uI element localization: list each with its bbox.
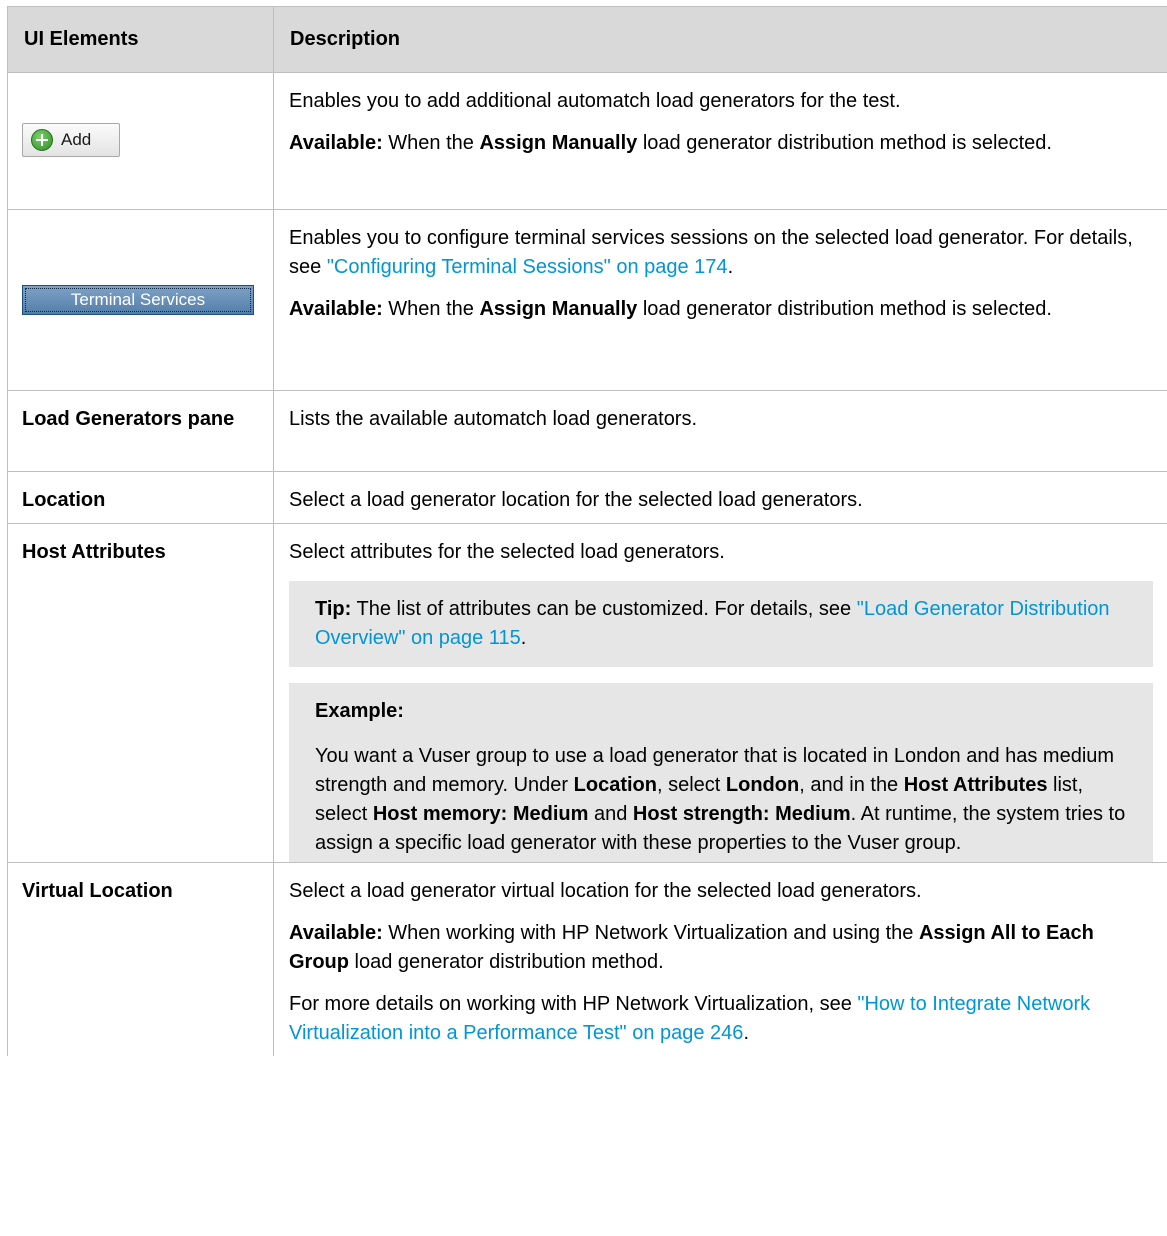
availability-text: Available: When the Assign Manually load… bbox=[289, 298, 1052, 320]
description-text: Select attributes for the selected load … bbox=[289, 541, 725, 563]
description-cell: Enables you to configure terminal servic… bbox=[273, 209, 1167, 391]
table-header-row: UI Elements Description bbox=[7, 6, 1167, 73]
table-row: Terminal Services Enables you to configu… bbox=[7, 209, 1167, 391]
availability-text: Available: When working with HP Network … bbox=[289, 922, 1094, 973]
ui-element-name: Load Generators pane bbox=[7, 390, 274, 472]
description-cell: Select attributes for the selected load … bbox=[273, 523, 1167, 863]
header-ui-elements: UI Elements bbox=[7, 6, 274, 73]
availability-text: Available: When the Assign Manually load… bbox=[289, 132, 1052, 154]
tip-text: Tip: The list of attributes can be custo… bbox=[315, 598, 1110, 649]
ui-element-cell: Add bbox=[7, 72, 274, 210]
configuring-terminal-sessions-link[interactable]: "Configuring Terminal Sessions" on page … bbox=[327, 256, 728, 278]
description-text: Enables you to configure terminal servic… bbox=[289, 227, 1133, 278]
description-cell: Enables you to add additional automatch … bbox=[273, 72, 1167, 210]
add-button[interactable]: Add bbox=[22, 122, 120, 157]
ui-element-name: Host Attributes bbox=[7, 523, 274, 863]
example-text: You want a Vuser group to use a load gen… bbox=[315, 745, 1126, 854]
ui-element-cell: Terminal Services bbox=[7, 209, 274, 391]
description-text: Lists the available automatch load gener… bbox=[273, 390, 1167, 472]
tip-box: Tip: The list of attributes can be custo… bbox=[289, 581, 1153, 667]
example-box: Example: You want a Vuser group to use a… bbox=[289, 683, 1153, 862]
table-row: Add Enables you to add additional automa… bbox=[7, 72, 1167, 210]
table-row: Virtual Location Select a load generator… bbox=[7, 862, 1167, 1056]
description-cell: Select a load generator virtual location… bbox=[273, 862, 1167, 1056]
ui-element-name: Virtual Location bbox=[7, 862, 274, 1056]
table-row: Load Generators pane Lists the available… bbox=[7, 390, 1167, 472]
ui-element-name: Location bbox=[7, 471, 274, 524]
terminal-services-button[interactable]: Terminal Services bbox=[22, 285, 254, 315]
ui-elements-table: UI Elements Description Add Enables you … bbox=[7, 6, 1167, 1056]
header-description: Description bbox=[273, 6, 1167, 73]
description-text: Select a load generator virtual location… bbox=[289, 880, 922, 902]
description-text: Select a load generator location for the… bbox=[273, 471, 1167, 524]
example-label: Example: bbox=[315, 700, 404, 722]
green-plus-circle-icon bbox=[31, 128, 53, 151]
table-row: Location Select a load generator locatio… bbox=[7, 471, 1167, 524]
description-text: Enables you to add additional automatch … bbox=[289, 90, 901, 112]
add-button-label: Add bbox=[61, 130, 92, 149]
table-row: Host Attributes Select attributes for th… bbox=[7, 523, 1167, 863]
more-details-text: For more details on working with HP Netw… bbox=[289, 993, 1091, 1044]
